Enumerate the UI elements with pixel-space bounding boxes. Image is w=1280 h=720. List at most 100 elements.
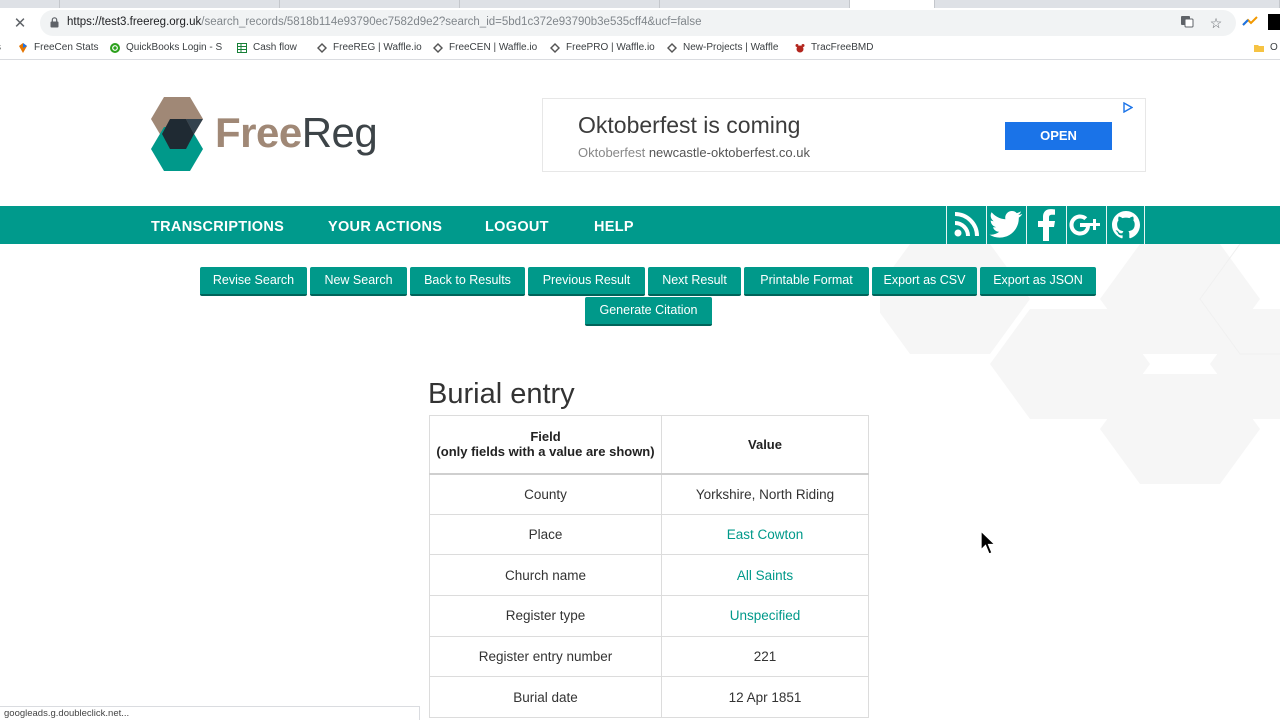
value-cell: 221 (661, 635, 869, 678)
twitter-icon[interactable] (986, 206, 1025, 244)
bookmark-overflow[interactable]: s (0, 42, 1, 53)
translate-icon[interactable] (1178, 14, 1196, 32)
browser-tab[interactable] (60, 0, 280, 8)
ad-host: newcastle-oktoberfest.co.uk (648, 145, 810, 160)
bookmark-label: FreePRO | Waffle.io (566, 42, 655, 53)
bookmark-star-icon[interactable]: ☆ (1207, 14, 1225, 32)
bookmark-item[interactable]: TracFreeBMD (795, 42, 873, 53)
value-cell: 12 Apr 1851 (661, 676, 869, 719)
mouse-cursor-icon (980, 530, 997, 555)
browser-tab[interactable] (460, 0, 660, 8)
header-field-note: (only fields with a value are shown) (436, 444, 655, 460)
nav-logout[interactable]: LOGOUT (485, 219, 549, 235)
next-result-button[interactable]: Next Result (648, 267, 741, 296)
previous-result-button[interactable]: Previous Result (528, 267, 645, 296)
browser-tab[interactable] (660, 0, 850, 8)
bookmark-label: O (1270, 42, 1278, 53)
field-cell: Church name (429, 554, 662, 597)
advertisement-banner[interactable]: Oktoberfest is coming Oktoberfest newcas… (542, 98, 1146, 172)
browser-status-bar: googleads.g.doubleclick.net... (0, 706, 420, 720)
bookmark-label: FreeREG | Waffle.io (333, 42, 422, 53)
ad-headline[interactable]: Oktoberfest is coming (578, 112, 800, 139)
church-link[interactable]: All Saints (661, 554, 869, 597)
url-path: /search_records/5818b114e93790ec7582d9e2… (201, 16, 702, 28)
bookmark-item[interactable]: Cash flow (237, 42, 297, 53)
bookmark-label: Cash flow (253, 42, 297, 53)
rss-icon[interactable] (946, 206, 985, 244)
lock-icon (50, 17, 59, 28)
nav-your-actions[interactable]: YOUR ACTIONS (328, 219, 442, 235)
export-json-button[interactable]: Export as JSON (980, 267, 1096, 296)
bookmark-label: FreeCEN | Waffle.io (449, 42, 538, 53)
bookmark-item[interactable]: FreePRO | Waffle.io (550, 42, 655, 53)
main-navbar: TRANSCRIPTIONS YOUR ACTIONS LOGOUT HELP (0, 206, 1280, 244)
tab-strip (0, 0, 1280, 8)
browser-toolbar: ✕ https://test3.freereg.org.uk/search_re… (0, 8, 1280, 38)
bookmark-label: FreeCen Stats (34, 42, 99, 53)
logo-reg: Reg (301, 109, 378, 156)
logo-wordmark: FreeReg (215, 109, 378, 157)
github-icon[interactable] (1106, 206, 1145, 244)
back-to-results-button[interactable]: Back to Results (410, 267, 525, 296)
bookmark-label: TracFreeBMD (811, 42, 874, 53)
table-row: Register type Unspecified (429, 595, 869, 637)
bookmark-item[interactable]: FreeCEN | Waffle.io (433, 42, 537, 53)
waffle-icon (317, 42, 327, 53)
address-bar[interactable]: https://test3.freereg.org.uk/search_reco… (40, 10, 1236, 36)
revise-search-button[interactable]: Revise Search (200, 267, 307, 296)
extension-icon[interactable] (1242, 14, 1258, 30)
bookmark-item[interactable]: FreeCen Stats (18, 42, 98, 53)
browser-tab[interactable] (280, 0, 460, 8)
bookmark-item[interactable]: QuickBooks Login - S (110, 42, 222, 53)
freecen-icon (19, 42, 27, 53)
waffle-icon (667, 42, 677, 53)
facebook-icon[interactable] (1026, 206, 1065, 244)
new-search-button[interactable]: New Search (310, 267, 407, 296)
bookmarks-bar: s FreeCen Stats QuickBooks Login - S Cas… (0, 38, 1280, 60)
ad-open-button[interactable]: OPEN (1005, 122, 1112, 150)
header-value: Value (661, 415, 869, 475)
printable-format-button[interactable]: Printable Format (744, 267, 869, 296)
url-host: https://test3.freereg.org.uk (67, 16, 202, 28)
url-text: https://test3.freereg.org.uk/search_reco… (67, 16, 702, 28)
freereg-logo[interactable]: FreeReg (150, 97, 380, 173)
tracfreebmd-icon (795, 43, 805, 52)
field-cell: County (429, 473, 662, 515)
ad-subline: Oktoberfest newcastle-oktoberfest.co.uk (578, 145, 810, 160)
table-row: Place East Cowton (429, 513, 869, 556)
browser-tab[interactable] (935, 0, 1280, 8)
browser-tab-active[interactable] (850, 0, 935, 8)
header-field: Field (only fields with a value are show… (429, 415, 662, 475)
record-table: Field (only fields with a value are show… (429, 415, 869, 719)
bookmark-label: New-Projects | Waffle (683, 42, 779, 53)
bookmark-folder[interactable]: O (1254, 42, 1278, 53)
waffle-icon (433, 42, 443, 53)
table-row: Church name All Saints (429, 554, 869, 597)
bookmark-item[interactable]: New-Projects | Waffle (667, 42, 778, 53)
register-type-link[interactable]: Unspecified (661, 595, 869, 637)
extension-icon-2[interactable] (1268, 14, 1280, 30)
stop-loading-button[interactable]: ✕ (10, 14, 30, 34)
quickbooks-icon (110, 42, 120, 53)
field-cell: Place (429, 513, 662, 556)
overflow-glyph: s (0, 42, 1, 53)
freereg-logo-mark (151, 97, 203, 171)
field-cell: Burial date (429, 676, 662, 719)
generate-citation-button[interactable]: Generate Citation (585, 297, 712, 326)
sheets-icon (237, 42, 247, 53)
table-header-row: Field (only fields with a value are show… (429, 415, 869, 475)
table-row: Burial date 12 Apr 1851 (429, 676, 869, 719)
nav-transcriptions[interactable]: TRANSCRIPTIONS (151, 219, 284, 235)
adchoices-icon[interactable] (1122, 102, 1133, 113)
field-cell: Register type (429, 595, 662, 637)
export-csv-button[interactable]: Export as CSV (872, 267, 977, 296)
nav-help[interactable]: HELP (594, 219, 634, 235)
logo-free: Free (215, 109, 302, 156)
google-plus-icon[interactable] (1066, 206, 1105, 244)
browser-tab[interactable] (0, 0, 60, 8)
page-title: Burial entry (428, 378, 575, 410)
bookmark-item[interactable]: FreeREG | Waffle.io (317, 42, 422, 53)
bookmark-label: QuickBooks Login - S (126, 42, 223, 53)
field-cell: Register entry number (429, 635, 662, 678)
place-link[interactable]: East Cowton (661, 513, 869, 556)
